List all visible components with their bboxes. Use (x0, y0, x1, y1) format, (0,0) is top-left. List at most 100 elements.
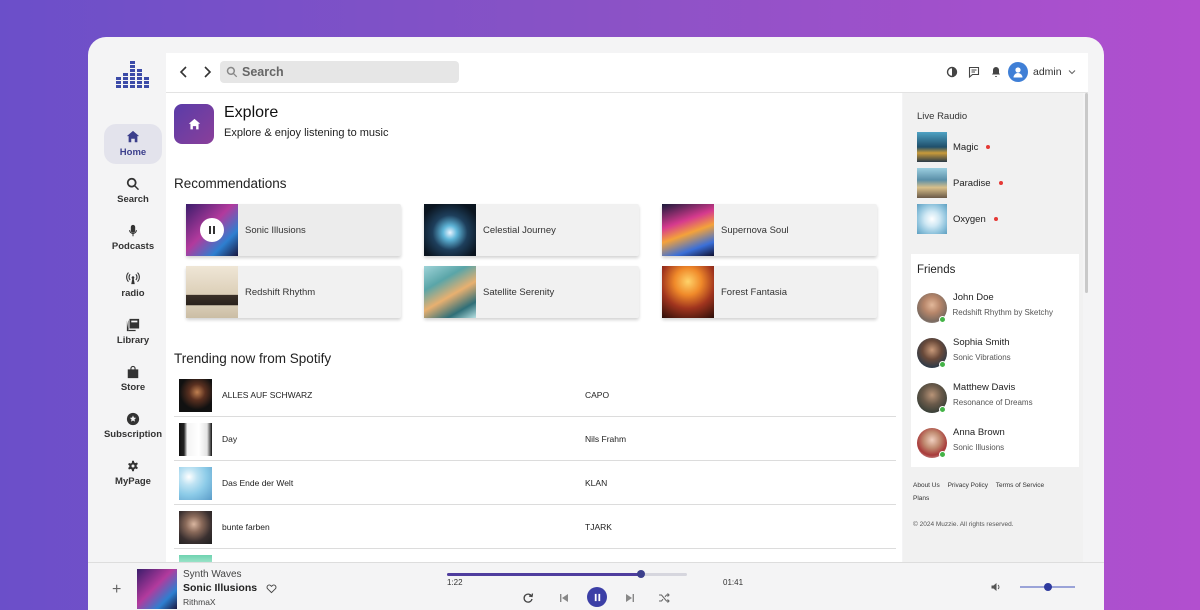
track-art (179, 511, 212, 544)
table-row[interactable]: bunte farben TJARK (174, 505, 896, 549)
sidebar-item-library[interactable]: Library (104, 312, 162, 352)
progress-handle[interactable] (637, 570, 646, 578)
radio-station[interactable]: Paradise (917, 168, 1003, 198)
heart-icon[interactable] (266, 583, 277, 594)
footer-link-privacy[interactable]: Privacy Policy (948, 482, 988, 489)
back-arrow-icon[interactable] (177, 65, 191, 79)
chat-icon[interactable] (968, 66, 980, 78)
sidebar-item-label: Subscription (103, 429, 163, 440)
previous-icon[interactable] (558, 592, 570, 604)
pause-icon (209, 226, 215, 234)
theme-toggle-icon[interactable] (946, 66, 958, 78)
track-artist: TJARK (585, 522, 612, 532)
progress-bar[interactable] (447, 570, 687, 578)
table-row[interactable] (174, 549, 896, 562)
sidebar-item-search[interactable]: Search (104, 171, 162, 211)
radio-station[interactable]: Magic (917, 132, 991, 162)
next-icon[interactable] (624, 592, 636, 604)
footer-link-plans[interactable]: Plans (913, 495, 929, 502)
total-duration: 01:41 (723, 578, 744, 587)
radio-station[interactable]: Oxygen (917, 204, 998, 234)
friend-item[interactable]: John Doe Redshift Rhythm by Sketchy (917, 290, 1077, 326)
friend-activity: Sonic Vibrations (953, 353, 1011, 362)
table-row[interactable]: Das Ende der Welt KLAN (174, 461, 896, 505)
bell-icon[interactable] (990, 66, 1002, 78)
station-art (917, 204, 947, 234)
shuffle-icon[interactable] (658, 592, 670, 604)
sidebar-item-label: Home (119, 147, 147, 158)
friend-name: Matthew Davis (953, 382, 1016, 393)
search-icon (226, 66, 238, 78)
sidebar: Home Search Podcasts radio Library Store… (88, 37, 166, 562)
sidebar-item-label: Search (117, 194, 149, 205)
friend-item[interactable]: Anna Brown Sonic Illusions (917, 425, 1077, 461)
online-indicator (939, 316, 946, 323)
album-art (424, 266, 476, 318)
sidebar-item-store[interactable]: Store (104, 359, 162, 399)
page-title: Explore (224, 104, 279, 121)
station-name: Magic (953, 141, 979, 153)
recommendation-title: Supernova Soul (721, 224, 789, 236)
recommendation-card[interactable]: Forest Fantasia (662, 266, 877, 318)
right-panel: Live Raudio Magic Paradise Oxygen Friend… (903, 93, 1083, 562)
live-indicator (998, 181, 1003, 185)
station-art (917, 132, 947, 162)
chevron-down-icon[interactable] (1068, 68, 1076, 76)
volume-handle[interactable] (1043, 583, 1052, 591)
sidebar-item-mypage[interactable]: MyPage (104, 453, 162, 493)
track-artist: Nils Frahm (585, 434, 627, 444)
search-input[interactable]: Search (220, 61, 459, 83)
play-pause-button[interactable] (587, 587, 607, 607)
forward-arrow-icon[interactable] (200, 65, 214, 79)
recommendation-card[interactable]: Sonic Illusions (186, 204, 401, 256)
live-radio-heading: Live Raudio (917, 111, 968, 122)
copyright: © 2024 Muzzie. All rights reserved. (913, 521, 1014, 528)
recommendation-title: Sonic Illusions (245, 224, 306, 236)
pause-button[interactable] (200, 218, 224, 242)
footer-link-about[interactable]: About Us (913, 482, 940, 489)
main-content: Explore Explore & enjoy listening to mus… (166, 93, 902, 562)
now-playing-playlist[interactable]: Synth Waves (183, 569, 242, 580)
sidebar-item-label: Podcasts (111, 241, 155, 252)
table-row[interactable]: ALLES AUF SCHWARZ CAPO (174, 373, 896, 417)
user-avatar[interactable] (1008, 62, 1028, 82)
sidebar-item-home[interactable]: Home (104, 124, 162, 164)
friend-item[interactable]: Sophia Smith Sonic Vibrations (917, 335, 1077, 371)
repeat-icon[interactable] (522, 592, 534, 604)
recommendation-card[interactable]: Celestial Journey (424, 204, 639, 256)
app-logo[interactable] (116, 59, 150, 89)
now-playing-title[interactable]: Sonic Illusions (183, 582, 257, 594)
progress-fill (447, 573, 642, 576)
top-bar: Search admin (166, 53, 1088, 93)
sidebar-item-label: Store (120, 382, 146, 393)
track-art (179, 379, 212, 412)
search-placeholder: Search (242, 65, 284, 79)
sidebar-item-subscription[interactable]: Subscription (102, 406, 164, 446)
now-playing-artist[interactable]: RithmaX (183, 597, 216, 607)
recommendation-card[interactable]: Redshift Rhythm (186, 266, 401, 318)
volume-slider[interactable] (1020, 583, 1075, 591)
track-artist: CAPO (585, 390, 610, 400)
recommendation-card[interactable]: Satellite Serenity (424, 266, 639, 318)
footer-link-terms[interactable]: Terms of Service (996, 482, 1044, 489)
friend-activity: Redshift Rhythm by Sketchy (953, 308, 1053, 317)
add-icon[interactable]: + (112, 581, 121, 599)
track-title: ALLES AUF SCHWARZ (222, 390, 313, 400)
sidebar-item-podcasts[interactable]: Podcasts (104, 218, 162, 258)
station-name: Paradise (953, 177, 991, 189)
volume-icon[interactable] (990, 581, 1002, 593)
sidebar-item-radio[interactable]: radio (104, 265, 162, 305)
page-subtitle: Explore & enjoy listening to music (224, 127, 389, 139)
username-label[interactable]: admin (1033, 66, 1062, 78)
table-row[interactable]: Day Nils Frahm (174, 417, 896, 461)
friend-name: Sophia Smith (953, 337, 1010, 348)
sidebar-item-label: Library (116, 335, 150, 346)
star-badge-icon (126, 412, 140, 426)
home-icon (188, 118, 200, 129)
friend-item[interactable]: Matthew Davis Resonance of Dreams (917, 380, 1077, 416)
recommendation-title: Celestial Journey (483, 224, 556, 236)
right-panel-scrollbar[interactable] (1085, 93, 1088, 293)
home-icon (126, 130, 140, 143)
radio-icon (126, 272, 140, 285)
recommendation-card[interactable]: Supernova Soul (662, 204, 877, 256)
